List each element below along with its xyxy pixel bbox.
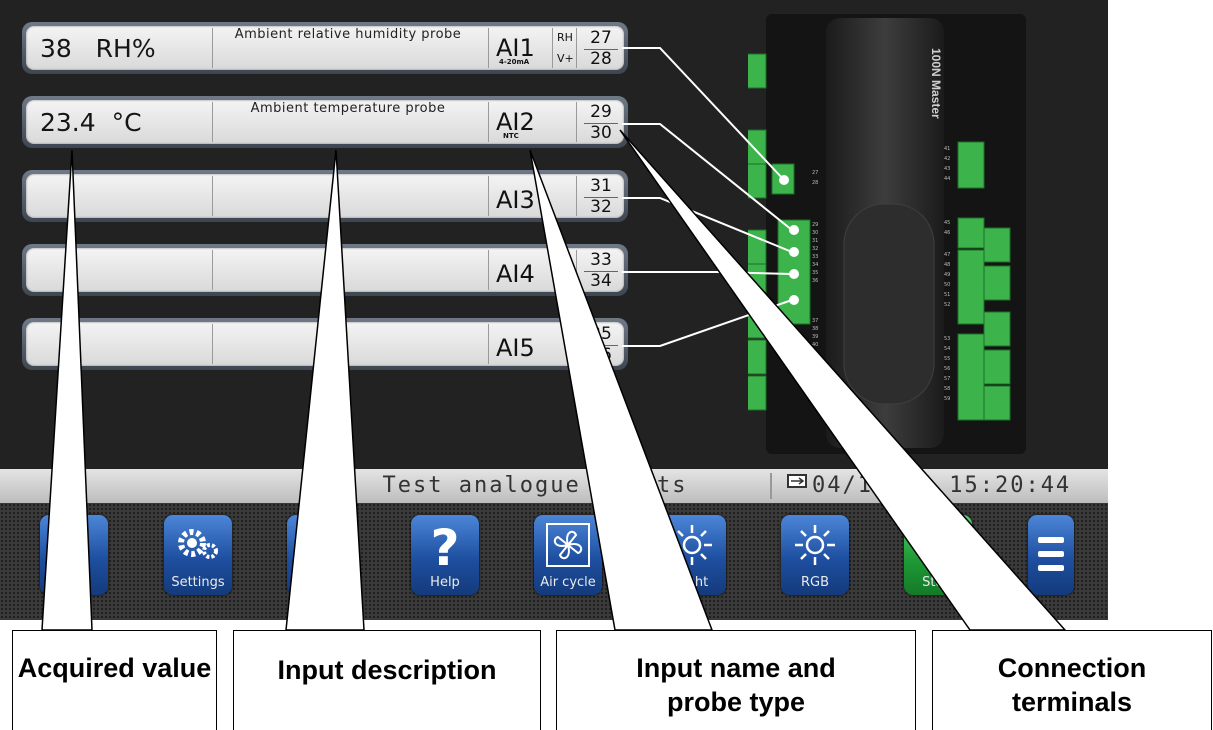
settings-button[interactable]: Settings	[164, 515, 232, 595]
svg-text:?: ?	[430, 521, 459, 569]
sun-icon	[795, 525, 835, 565]
help-button[interactable]: ? Help	[411, 515, 479, 595]
play-icon	[930, 531, 952, 559]
hmi-screen: 38 RH% Ambient relative humidity probe A…	[0, 0, 1108, 620]
fan-icon	[546, 523, 590, 567]
wire-ai1	[622, 47, 785, 181]
gears-icon	[178, 529, 218, 559]
wire-ai4	[622, 271, 793, 275]
status-divider	[770, 473, 772, 499]
menu-icon	[1038, 537, 1064, 571]
light-button[interactable]: Light	[658, 515, 726, 595]
callout-connection-terminals: Connection terminals	[932, 630, 1212, 730]
button-label: Main	[305, 575, 337, 590]
bottom-toolbar: Back Settings Main ? Help Air cycle Ligh…	[0, 503, 1108, 620]
question-mark-icon: ?	[430, 521, 459, 569]
button-label: RGB	[800, 575, 830, 590]
callout-label: Input name and probe type	[636, 653, 836, 717]
button-label: Start	[922, 575, 954, 590]
status-bar: Test analogue inputs 04/11/15 15:20:44	[0, 469, 1108, 503]
button-label: Light	[675, 575, 709, 590]
usb-icon	[787, 474, 807, 488]
callout-label: Input description	[277, 655, 497, 685]
date-time: 04/11/15 15:20:44	[812, 473, 1072, 498]
back-button[interactable]: Back	[40, 515, 108, 595]
page-title: Test analogue inputs	[382, 473, 688, 498]
button-label: Help	[430, 575, 460, 590]
wire-ai5	[622, 299, 793, 347]
callout-input-name-probe-type: Input name and probe type	[556, 630, 916, 730]
button-label: Air cycle	[540, 575, 596, 590]
home-icon	[301, 525, 341, 564]
terminal-wires	[622, 47, 793, 347]
callout-label: Connection terminals	[997, 653, 1147, 717]
back-arrow-icon	[56, 524, 83, 566]
button-label: Back	[58, 575, 90, 590]
air-cycle-button[interactable]: Air cycle	[534, 515, 602, 595]
main-button[interactable]: Main	[287, 515, 355, 595]
button-label: Settings	[171, 575, 225, 590]
wire-ai2	[622, 123, 793, 231]
callout-acquired-value: Acquired value	[12, 630, 217, 730]
callout-input-description: Input description	[233, 630, 541, 730]
wire-ai3	[622, 197, 793, 253]
start-button[interactable]: Start	[904, 515, 972, 595]
callout-label: Acquired value	[17, 653, 212, 683]
sun-icon	[672, 525, 712, 565]
menu-button[interactable]	[1028, 515, 1074, 595]
rgb-button[interactable]: RGB	[781, 515, 849, 595]
